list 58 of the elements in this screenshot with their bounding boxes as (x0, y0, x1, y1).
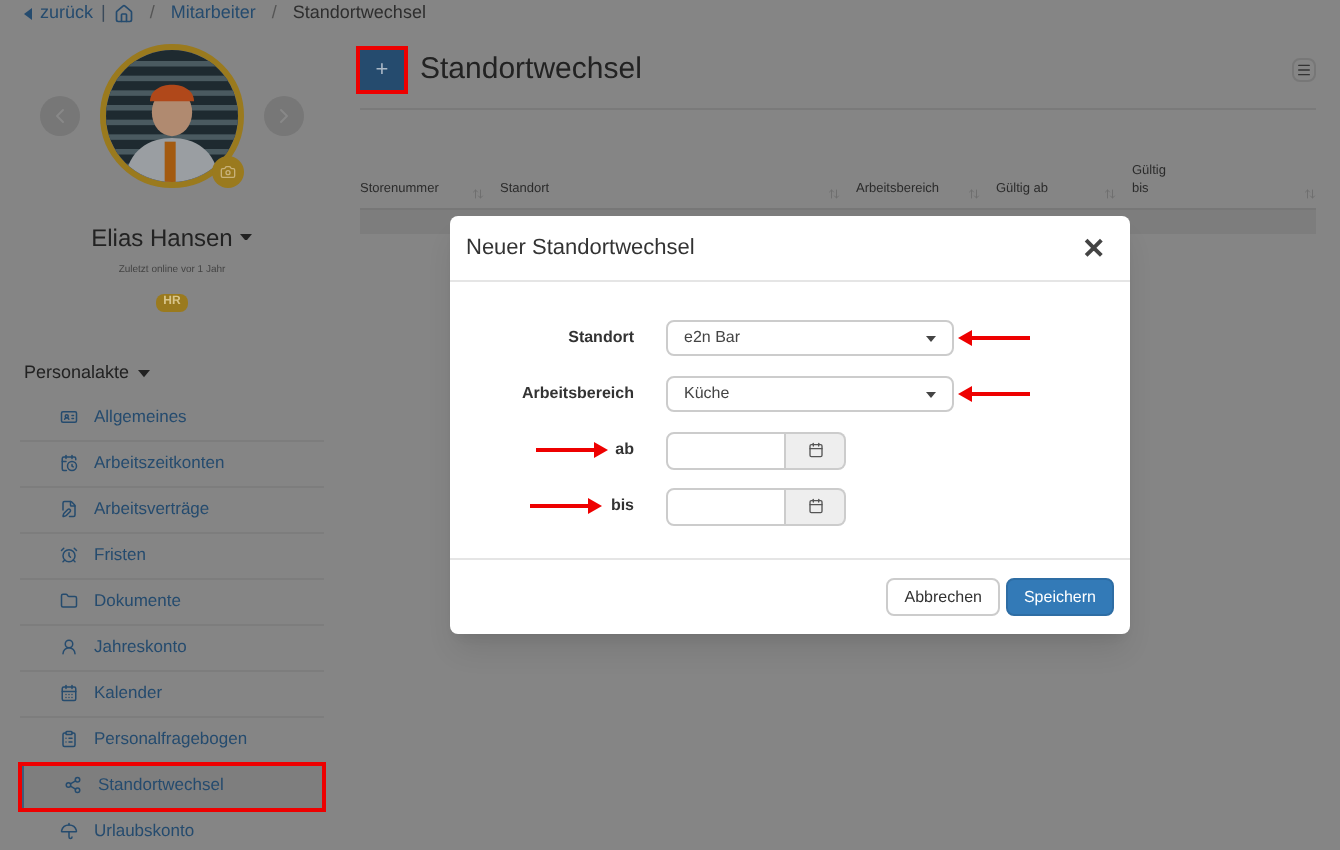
section-heading[interactable]: Personalakte (24, 360, 130, 387)
calendar-icon (807, 498, 823, 514)
employee-name[interactable]: Elias Hansen (91, 219, 233, 255)
calendar-button[interactable] (786, 431, 846, 469)
breadcrumb-separator: / (269, 0, 279, 26)
annotation-arrow-icon (535, 442, 608, 458)
breadcrumb-separator: / (147, 0, 157, 26)
close-button[interactable]: ✕ (1074, 227, 1114, 269)
camera-button[interactable] (212, 155, 244, 187)
cancel-button[interactable]: Abbrechen (886, 578, 1000, 616)
caret-icon[interactable] (240, 233, 253, 241)
back-link[interactable]: zurück (40, 0, 94, 27)
calendar-icon (60, 684, 78, 702)
menu-icon[interactable] (1292, 57, 1316, 82)
sidebar-item[interactable]: Dokumente (20, 579, 324, 625)
sidebar-item[interactable]: Urlaubskonto (20, 809, 324, 850)
sidebar-item[interactable]: Jahreskonto (20, 625, 324, 671)
user-icon (60, 638, 78, 656)
field-label: bis (610, 494, 634, 518)
calendar-button[interactable] (786, 487, 846, 525)
field-label: ab (615, 438, 634, 462)
breadcrumb-current: Standortwechsel (292, 0, 426, 26)
id-card-icon (60, 408, 78, 426)
date-field[interactable] (666, 431, 786, 469)
dialog-title: Neuer Standortwechsel (466, 233, 695, 264)
sidebar-item[interactable]: Arbeitszeitkonten (20, 441, 324, 487)
caret-icon[interactable] (926, 335, 936, 341)
sidebar-item[interactable]: Standortwechsel (20, 763, 324, 809)
sidebar-item[interactable]: Allgemeines (20, 395, 324, 441)
date-field[interactable] (666, 487, 786, 525)
select-field[interactable]: e2n Bar (666, 320, 954, 356)
field-label: Standort (568, 326, 634, 350)
camera-icon (220, 163, 236, 179)
file-pen-icon (60, 500, 78, 518)
separator: | (101, 0, 106, 26)
annotation-arrow-icon (958, 330, 1030, 346)
caret-icon[interactable] (137, 369, 150, 378)
umbrella-icon (60, 822, 78, 840)
folder-icon (60, 592, 78, 610)
calendar-icon (807, 442, 823, 458)
annotation-arrow-icon (958, 386, 1030, 402)
home-icon[interactable] (113, 3, 134, 24)
share-icon (64, 776, 82, 794)
field-label: Arbeitsbereich (521, 382, 634, 406)
save-button[interactable]: Speichern (1005, 578, 1114, 616)
select-field[interactable]: Küche (666, 376, 954, 412)
alarm-clock-icon (60, 546, 78, 564)
breadcrumb-link[interactable]: Mitarbeiter (170, 0, 256, 27)
back-arrow-icon[interactable] (24, 7, 32, 20)
sidebar-item[interactable]: Fristen (20, 533, 324, 579)
annotation-arrow-icon (530, 498, 603, 514)
page-title: Standortwechsel (420, 49, 642, 89)
add-button[interactable]: + (360, 49, 404, 90)
caret-icon[interactable] (926, 391, 936, 397)
sidebar-item[interactable]: Kalender (20, 671, 324, 717)
sidebar-item[interactable]: Arbeitsverträge (20, 487, 324, 533)
clipboard-icon (60, 730, 78, 748)
calendar-clock-icon (60, 454, 78, 472)
